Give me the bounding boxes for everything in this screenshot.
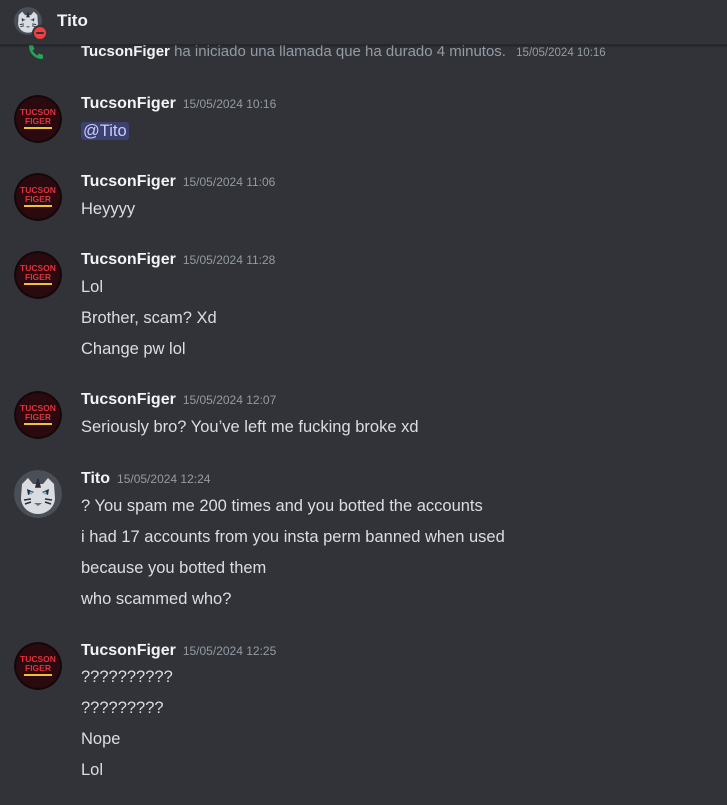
timestamp: 15/05/2024 12:07: [182, 393, 277, 407]
call-author[interactable]: TucsonFiger: [81, 43, 170, 60]
phone-call-icon: [26, 42, 46, 62]
message-group: TUCSON FIGER TucsonFiger 15/05/2024 11:28…: [0, 249, 727, 365]
username[interactable]: TucsonFiger: [81, 391, 176, 408]
username[interactable]: TucsonFiger: [81, 95, 176, 112]
svg-text:FIGER: FIGER: [25, 272, 51, 282]
dm-window: TucsonFiger ha iniciado una llamada que …: [0, 0, 727, 805]
message-group: TUCSON FIGER TucsonFiger 15/05/2024 12:25…: [0, 640, 727, 790]
avatar-tucsonfiger[interactable]: TUCSON FIGER: [14, 642, 62, 690]
timestamp: 15/05/2024 12:25: [182, 644, 277, 658]
username[interactable]: Tito: [81, 470, 110, 487]
username[interactable]: TucsonFiger: [81, 251, 176, 268]
avatar-tito[interactable]: [14, 470, 62, 518]
message-content: @Tito: [81, 120, 129, 142]
message-group: TUCSON FIGER TucsonFiger 15/05/2024 12:07…: [0, 389, 727, 445]
svg-text:FIGER: FIGER: [25, 663, 51, 673]
header-title[interactable]: Tito: [57, 11, 88, 31]
timestamp: 15/05/2024 10:16: [182, 97, 277, 111]
message-line: ?????????: [81, 699, 164, 717]
tucson-figer-logo-icon: TUCSON FIGER: [14, 251, 62, 299]
call-description: ha iniciado una llamada que ha durado 4 …: [174, 43, 506, 60]
user-mention[interactable]: @Tito: [81, 122, 129, 140]
svg-text:FIGER: FIGER: [25, 194, 51, 204]
svg-text:FIGER: FIGER: [25, 412, 51, 422]
avatar-tucsonfiger[interactable]: TUCSON FIGER: [14, 173, 62, 221]
message-line: Nope: [81, 730, 121, 748]
message-group: TUCSON FIGER TucsonFiger 15/05/2024 11:06…: [0, 171, 727, 227]
dnd-status-icon: [32, 25, 48, 41]
timestamp: 15/05/2024 11:28: [182, 253, 276, 267]
tucson-figer-logo-icon: TUCSON FIGER: [14, 95, 62, 143]
message-line: Brother, scam? Xd: [81, 309, 217, 327]
avatar-tucsonfiger[interactable]: TUCSON FIGER: [14, 95, 62, 143]
message-line: Lol: [81, 761, 104, 779]
svg-text:FIGER: FIGER: [25, 116, 51, 126]
tucson-figer-logo-icon: TUCSON FIGER: [14, 391, 62, 439]
message-line: Seriously bro? You’ve left me fucking br…: [81, 418, 419, 436]
message-line: i had 17 accounts from you insta perm ba…: [81, 528, 505, 546]
message-line: Heyyyy: [81, 200, 136, 218]
white-tiger-icon: [14, 470, 62, 518]
timestamp: 15/05/2024 12:24: [117, 472, 211, 486]
avatar-tucsonfiger[interactable]: TUCSON FIGER: [14, 391, 62, 439]
message-line: because you botted them: [81, 559, 267, 577]
tucson-figer-logo-icon: TUCSON FIGER: [14, 173, 62, 221]
timestamp: 15/05/2024 11:06: [182, 175, 276, 189]
avatar-tucsonfiger[interactable]: TUCSON FIGER: [14, 251, 62, 299]
message-line: Change pw lol: [81, 340, 186, 358]
channel-header: Tito: [0, 0, 727, 45]
message-line: ??????????: [81, 668, 173, 686]
message-line: who scammed who?: [81, 590, 232, 608]
message-group: Tito 15/05/2024 12:24 ? You spam me 200 t…: [0, 468, 727, 618]
message-line: ? You spam me 200 times and you botted t…: [81, 497, 483, 515]
username[interactable]: TucsonFiger: [81, 173, 176, 190]
call-timestamp: 15/05/2024 10:16: [516, 47, 606, 59]
message-line: Lol: [81, 278, 104, 296]
message-group: TUCSON FIGER TucsonFiger 15/05/2024 10:16…: [0, 93, 727, 149]
username[interactable]: TucsonFiger: [81, 642, 176, 659]
tucson-figer-logo-icon: TUCSON FIGER: [14, 642, 62, 690]
